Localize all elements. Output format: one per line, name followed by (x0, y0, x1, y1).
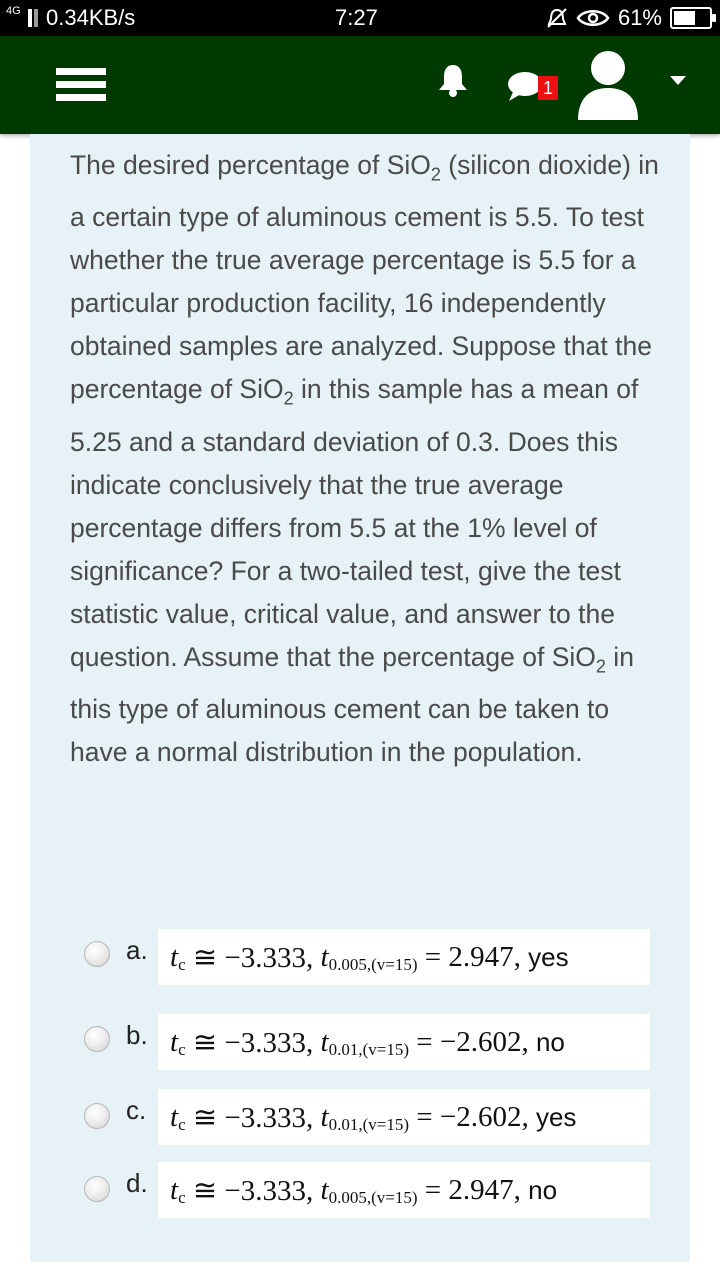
menu-icon[interactable] (56, 68, 106, 104)
option-formula: tc ≅ −3.333, t 0.01,(v=15) = −2.602, no (158, 1014, 650, 1070)
eye-icon (576, 10, 610, 26)
option-formula: tc ≅ −3.333, t 0.005,(v=15) = 2.947, no (158, 1162, 650, 1218)
answer-option-a[interactable]: a. tc ≅ −3.333, t 0.005,(v=15) = 2.947, y… (84, 927, 654, 987)
radio-button-a[interactable] (84, 941, 110, 967)
answer-option-d[interactable]: d. tc ≅ −3.333, t 0.005,(v=15) = 2.947, n… (84, 1160, 654, 1220)
option-letter: d. (126, 1168, 148, 1198)
answer-option-b[interactable]: b. tc ≅ −3.333, t 0.01,(v=15) = −2.602, n… (84, 1012, 654, 1072)
signal-icon (28, 9, 38, 27)
option-letter: a. (126, 935, 148, 965)
option-formula: tc ≅ −3.333, t 0.01,(v=15) = −2.602, yes (158, 1089, 650, 1145)
alarm-off-icon (547, 8, 567, 28)
user-avatar-icon[interactable] (576, 50, 640, 122)
notification-badge: 1 (538, 76, 558, 100)
bell-icon[interactable] (436, 62, 470, 98)
radio-button-c[interactable] (84, 1103, 110, 1129)
battery-percent: 61% (617, 5, 662, 30)
status-bar: 4G 0.34KB/s 7:27 61% (0, 0, 720, 36)
answer-option-c[interactable]: c. tc ≅ −3.333, t 0.01,(v=15) = −2.602, y… (84, 1087, 654, 1147)
battery-level (674, 11, 695, 25)
radio-button-d[interactable] (84, 1176, 110, 1202)
question-text: The desired percentage of SiO2 (silicon … (70, 150, 659, 767)
radio-button-b[interactable] (84, 1026, 110, 1052)
network-type: 4G (6, 5, 21, 17)
chevron-down-icon[interactable] (670, 76, 686, 85)
battery-icon (670, 7, 716, 29)
option-formula: tc ≅ −3.333, t 0.005,(v=15) = 2.947, yes (158, 929, 650, 985)
option-letter: b. (126, 1020, 148, 1050)
network-speed: 0.34KB/s (46, 5, 136, 30)
clock: 7:27 (335, 5, 378, 30)
option-letter: c. (126, 1095, 147, 1125)
app-header: 1 (0, 36, 720, 134)
